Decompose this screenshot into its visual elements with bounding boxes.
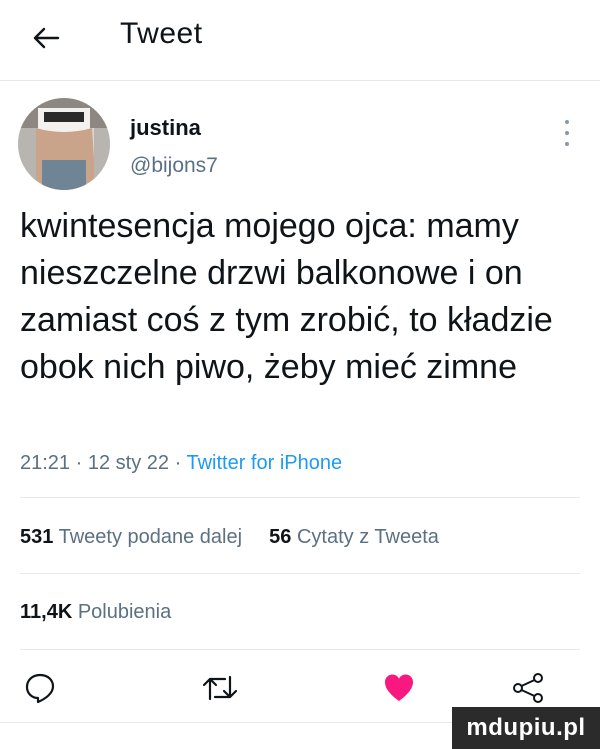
avatar[interactable] <box>18 98 110 190</box>
retweet-icon <box>202 675 238 701</box>
meta-divider <box>20 497 580 498</box>
meta-separator: · <box>75 452 83 474</box>
share-icon <box>513 673 543 703</box>
header-bar: Tweet <box>0 0 600 80</box>
author-handle[interactable]: @bijons7 <box>130 154 218 178</box>
tweet-text: kwintesencja mojego ojca: mamy nieszczel… <box>20 207 553 386</box>
quotes-count: 56 <box>269 526 292 548</box>
tweet-time: 21:21 <box>20 452 71 474</box>
page-title: Tweet <box>120 17 203 50</box>
stats-divider <box>20 573 580 574</box>
like-button[interactable] <box>379 668 419 708</box>
retweet-stat[interactable]: 531 Tweety podane dalej <box>20 526 248 548</box>
heart-filled-icon <box>385 674 413 701</box>
stats-row-shares: 531 Tweety podane dalej 56 Cytaty z Twee… <box>20 526 439 549</box>
watermark: mdupiu.pl <box>452 707 600 749</box>
tweet-date: 12 sty 22 <box>87 452 170 474</box>
retweet-button[interactable] <box>200 668 240 708</box>
tweet-source-link[interactable]: Twitter for iPhone <box>186 452 342 474</box>
quotes-label: Cytaty z Tweeta <box>296 526 439 548</box>
quote-stat[interactable]: 56 Cytaty z Tweeta <box>269 526 439 548</box>
meta-separator: · <box>174 452 182 474</box>
arrow-left-icon[interactable] <box>30 22 62 54</box>
reply-button[interactable] <box>20 668 60 708</box>
comment-icon <box>25 673 55 704</box>
likes-divider <box>20 649 580 650</box>
author-display-name[interactable]: justina <box>130 115 201 141</box>
tweet-meta: 21:21 · 12 sty 22 · Twitter for iPhone <box>20 452 342 475</box>
retweets-count: 531 <box>20 526 54 548</box>
header-divider <box>0 80 600 81</box>
share-button[interactable] <box>508 668 548 708</box>
retweets-label: Tweety podane dalej <box>58 526 243 548</box>
likes-count: 11,4K <box>20 601 73 623</box>
stats-row-likes: 11,4K Polubienia <box>20 601 171 624</box>
more-dots-icon[interactable] <box>563 118 571 148</box>
likes-stat[interactable]: 11,4K Polubienia <box>20 601 171 623</box>
likes-label: Polubienia <box>77 601 172 623</box>
